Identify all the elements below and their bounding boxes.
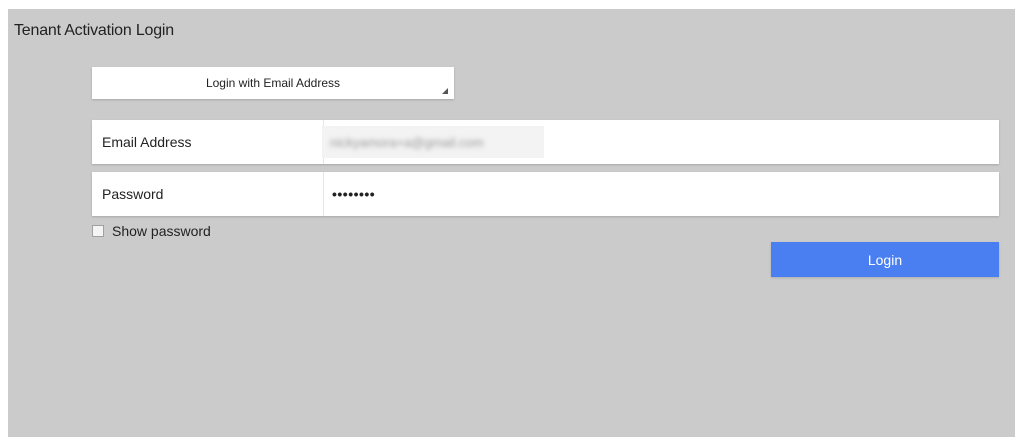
show-password-label: Show password [112, 223, 211, 239]
password-input[interactable] [324, 172, 994, 216]
login-button[interactable]: Login [771, 242, 999, 277]
login-method-select[interactable]: Login with Email Address [92, 67, 454, 99]
page-title: Tenant Activation Login [14, 22, 174, 39]
password-label: Password [102, 186, 164, 202]
show-password-option[interactable]: Show password [92, 223, 211, 239]
password-row: Password [92, 172, 999, 216]
email-input[interactable] [324, 120, 994, 164]
login-method-label: Login with Email Address [205, 76, 341, 90]
dropdown-corner-icon [442, 88, 448, 94]
email-input-wrapper [92, 120, 999, 164]
show-password-checkbox[interactable] [92, 225, 104, 237]
